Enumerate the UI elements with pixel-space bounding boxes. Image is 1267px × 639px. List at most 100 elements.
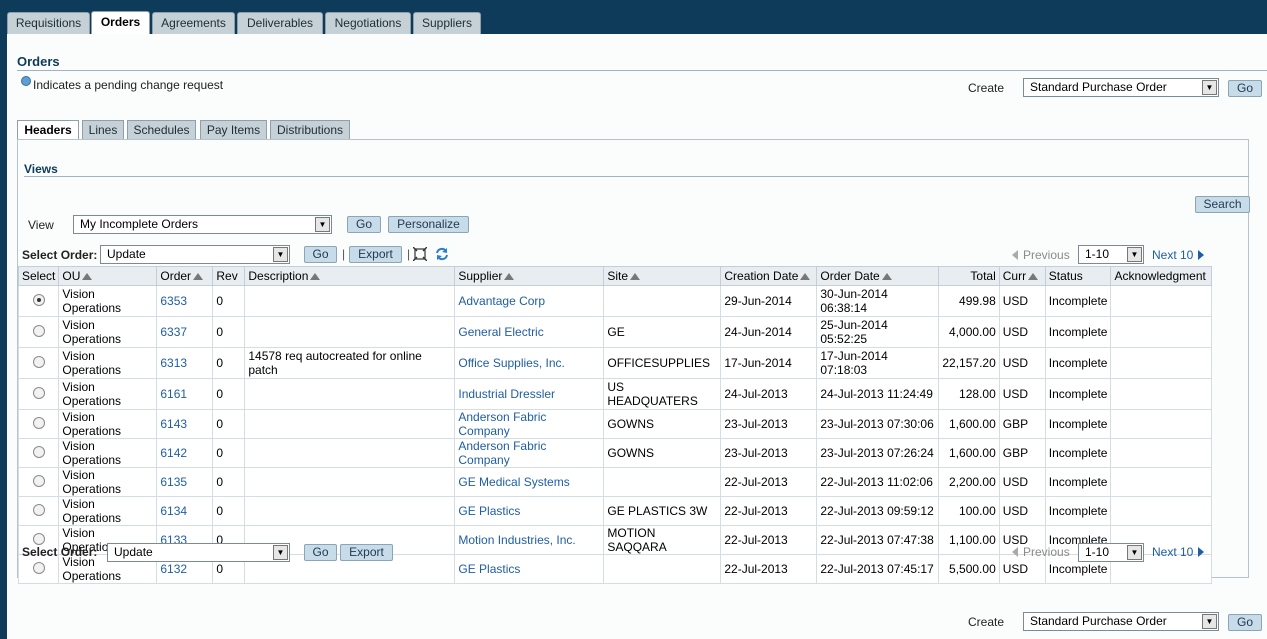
- row-select-radio[interactable]: [32, 416, 45, 429]
- supplier-link[interactable]: Anderson Fabric Company: [458, 439, 546, 467]
- supplier-link[interactable]: GE Plastics: [458, 562, 520, 576]
- chevron-down-icon: ▼: [273, 247, 288, 262]
- supplier-link[interactable]: General Electric: [458, 325, 543, 339]
- supplier-link[interactable]: GE Plastics: [458, 504, 520, 518]
- select-order-value: Update: [107, 247, 146, 261]
- next-link-bottom[interactable]: Next 10: [1152, 545, 1205, 559]
- currency-cell: USD: [998, 378, 1046, 410]
- row-select-radio[interactable]: [32, 293, 45, 306]
- order-number-link[interactable]: 6142: [160, 446, 187, 460]
- description-cell: [244, 378, 456, 410]
- chevron-down-icon: ▼: [315, 217, 330, 232]
- order-number-link[interactable]: 6313: [160, 356, 187, 370]
- create-go-button-bottom[interactable]: Go: [1228, 614, 1262, 631]
- col-ou[interactable]: OU: [58, 266, 158, 286]
- tab-lines[interactable]: Lines: [82, 120, 124, 140]
- refresh-icon[interactable]: [435, 247, 449, 261]
- tab-headers[interactable]: Headers: [17, 120, 79, 140]
- description-cell: 14578 req autocreated for online patch: [244, 347, 456, 379]
- view-go-button[interactable]: Go: [347, 216, 381, 233]
- site-cell: US HEADQUATERS: [603, 378, 722, 410]
- col-curr-label: Curr: [1002, 269, 1027, 283]
- row-select-radio[interactable]: [32, 503, 45, 516]
- row-select-radio[interactable]: [32, 532, 45, 545]
- supplier-link[interactable]: Office Supplies, Inc.: [458, 356, 565, 370]
- supplier-link[interactable]: Advantage Corp: [458, 294, 545, 308]
- select-cell: [17, 467, 60, 497]
- order-number-link[interactable]: 6143: [160, 417, 187, 431]
- col-creation-date[interactable]: Creation Date: [720, 266, 818, 286]
- total-cell: 1,600.00: [938, 438, 1000, 468]
- creation-date-cell: 22-Jul-2013: [720, 467, 818, 497]
- supplier-link[interactable]: Anderson Fabric Company: [458, 410, 546, 438]
- supplier-link[interactable]: Industrial Dressler: [458, 387, 555, 401]
- page-range-select-bottom[interactable]: 1-10 ▼: [1078, 543, 1144, 562]
- col-order-date[interactable]: Order Date: [816, 266, 940, 286]
- tab-suppliers[interactable]: Suppliers: [413, 12, 481, 34]
- row-select-radio[interactable]: [32, 445, 45, 458]
- order-date-cell: 17-Jun-2014 07:18:03: [816, 347, 940, 379]
- row-select-radio[interactable]: [32, 386, 45, 399]
- export-button-bottom[interactable]: Export: [340, 544, 393, 561]
- row-select-radio[interactable]: [32, 355, 45, 368]
- select-order-action[interactable]: Update ▼: [100, 245, 290, 264]
- create-go-button[interactable]: Go: [1228, 80, 1262, 97]
- order-number-link[interactable]: 6161: [160, 387, 187, 401]
- row-select-radio[interactable]: [32, 324, 45, 337]
- create-type-select-bottom[interactable]: Standard Purchase Order ▼: [1023, 612, 1219, 631]
- tab-orders[interactable]: Orders: [91, 11, 150, 34]
- tab-pay-items[interactable]: Pay Items: [200, 120, 267, 140]
- col-description-label: Description: [248, 269, 309, 283]
- col-site[interactable]: Site: [603, 266, 722, 286]
- tab-schedules[interactable]: Schedules: [127, 120, 196, 140]
- acknowledgment-cell: [1110, 409, 1213, 439]
- sort-icon: [82, 273, 93, 280]
- tab-deliverables[interactable]: Deliverables: [237, 12, 323, 34]
- order-number-link[interactable]: 6337: [160, 325, 187, 339]
- order-number-link[interactable]: 6134: [160, 504, 187, 518]
- view-select[interactable]: My Incomplete Orders ▼: [73, 215, 332, 234]
- previous-link-bottom: Previous: [1012, 545, 1070, 559]
- tab-agreements[interactable]: Agreements: [152, 12, 235, 34]
- row-select-radio[interactable]: [32, 474, 45, 487]
- acknowledgment-cell: [1110, 467, 1213, 497]
- tab-negotiations[interactable]: Negotiations: [325, 12, 411, 34]
- order-date-cell: 24-Jul-2013 11:24:49: [816, 378, 940, 410]
- select-order-go-button[interactable]: Go: [304, 246, 337, 263]
- export-button[interactable]: Export: [349, 246, 402, 263]
- chevron-down-icon: ▼: [1202, 614, 1217, 629]
- order-date-cell: 23-Jul-2013 07:26:24: [816, 438, 940, 468]
- search-button[interactable]: Search: [1195, 196, 1250, 213]
- select-order-go-button-bottom[interactable]: Go: [304, 544, 337, 561]
- detach-table-icon[interactable]: [413, 247, 427, 261]
- order-number-link[interactable]: 6135: [160, 475, 187, 489]
- tab-distributions[interactable]: Distributions: [270, 120, 350, 140]
- next-link[interactable]: Next 10: [1152, 248, 1205, 262]
- col-order[interactable]: Order: [156, 266, 214, 286]
- status-cell: Incomplete: [1044, 347, 1112, 379]
- col-description[interactable]: Description: [244, 266, 456, 286]
- row-select-radio[interactable]: [32, 561, 45, 574]
- total-cell: 1,600.00: [938, 409, 1000, 439]
- page-range-select[interactable]: 1-10 ▼: [1078, 245, 1144, 264]
- create-type-select[interactable]: Standard Purchase Order ▼: [1023, 78, 1219, 97]
- status-cell: Incomplete: [1044, 316, 1112, 348]
- status-cell: Incomplete: [1044, 438, 1112, 468]
- col-supplier[interactable]: Supplier: [454, 266, 605, 286]
- table-row: Vision Operations 6313 0 14578 req autocrea…: [17, 347, 1213, 379]
- site-cell: GE: [603, 316, 722, 348]
- order-number-link[interactable]: 6353: [160, 294, 187, 308]
- tab-requisitions[interactable]: Requisitions: [7, 12, 90, 34]
- previous-label: Previous: [1023, 545, 1070, 559]
- order-date-cell: 30-Jun-2014 06:38:14: [816, 285, 940, 317]
- ou-cell: Vision Operations: [58, 438, 158, 468]
- col-curr[interactable]: Curr: [998, 266, 1046, 286]
- order-number-cell: 6143: [156, 409, 214, 439]
- creation-date-cell: 17-Jun-2014: [720, 347, 818, 379]
- select-order-action-bottom[interactable]: Update ▼: [107, 543, 290, 562]
- supplier-link[interactable]: GE Medical Systems: [458, 475, 569, 489]
- select-cell: [17, 285, 60, 317]
- supplier-link[interactable]: Motion Industries, Inc.: [458, 533, 575, 547]
- order-number-link[interactable]: 6132: [160, 562, 187, 576]
- personalize-button[interactable]: Personalize: [388, 216, 469, 233]
